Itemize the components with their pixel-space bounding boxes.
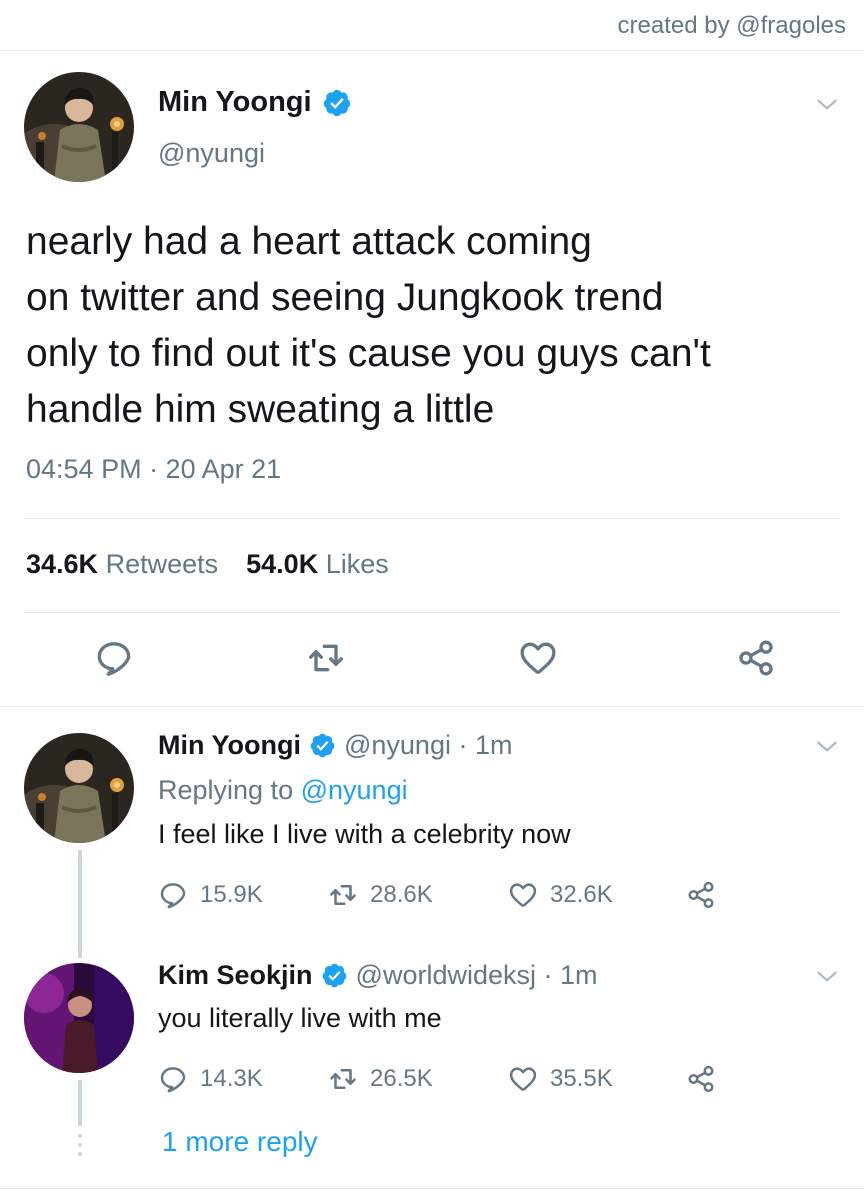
replying-to: Replying to @nyungi bbox=[158, 775, 408, 806]
likes-label: Likes bbox=[325, 549, 389, 579]
like-icon bbox=[508, 880, 538, 910]
reply-text: I feel like I live with a celebrity now bbox=[158, 819, 571, 849]
thread-dot bbox=[78, 1152, 82, 1156]
tweet-stats: 34.6K Retweets 54.0K Likes bbox=[26, 549, 417, 580]
replying-label: Replying to bbox=[158, 775, 294, 805]
share-icon bbox=[686, 880, 716, 910]
chevron-down-icon[interactable] bbox=[814, 964, 840, 990]
like-action[interactable]: 32.6K bbox=[508, 880, 686, 910]
reply-author-name[interactable]: Kim Seokjin bbox=[158, 960, 313, 991]
tweet-text-line: on twitter and seeing Jungkook trend bbox=[26, 276, 664, 319]
tweet-text-line: nearly had a heart attack coming bbox=[26, 220, 592, 263]
reply-icon bbox=[158, 1064, 188, 1094]
divider bbox=[24, 518, 840, 519]
retweet-icon bbox=[328, 880, 358, 910]
share-action[interactable] bbox=[686, 1064, 728, 1094]
retweet-count: 26.5K bbox=[370, 1065, 433, 1092]
tweet-timestamp[interactable]: 04:54 PM · 20 Apr 21 bbox=[26, 454, 281, 485]
reply-header: Min Yoongi @nyungi · 1m bbox=[158, 730, 512, 761]
thread-dot bbox=[78, 1134, 82, 1138]
divider bbox=[0, 706, 864, 707]
like-action[interactable]: 35.5K bbox=[508, 1064, 686, 1094]
thread-line bbox=[78, 850, 82, 958]
like-icon[interactable] bbox=[518, 638, 558, 678]
thread-dot bbox=[78, 1143, 82, 1147]
divider bbox=[0, 50, 864, 51]
reply-icon[interactable] bbox=[94, 638, 134, 678]
share-icon[interactable] bbox=[736, 638, 776, 678]
retweet-icon[interactable] bbox=[306, 638, 346, 678]
replying-mention[interactable]: @nyungi bbox=[301, 775, 408, 805]
author-name[interactable]: Min Yoongi bbox=[158, 86, 312, 119]
likes-stat[interactable]: 54.0K Likes bbox=[246, 549, 389, 580]
avatar[interactable] bbox=[24, 72, 134, 182]
share-action[interactable] bbox=[686, 880, 728, 910]
reply-action[interactable]: 14.3K bbox=[158, 1064, 328, 1094]
tweet-text-line: only to find out it's cause you guys can… bbox=[26, 332, 711, 375]
divider bbox=[0, 1188, 864, 1189]
retweet-icon bbox=[328, 1064, 358, 1094]
reply-actions: 15.9K 28.6K 32.6K bbox=[158, 880, 728, 910]
divider bbox=[24, 612, 840, 613]
author-handle[interactable]: @nyungi bbox=[158, 138, 265, 169]
retweet-action[interactable]: 28.6K bbox=[328, 880, 508, 910]
like-icon bbox=[508, 1064, 538, 1094]
chevron-down-icon[interactable] bbox=[814, 92, 840, 118]
retweets-count: 34.6K bbox=[26, 549, 99, 579]
reply-count: 14.3K bbox=[200, 1065, 263, 1092]
reply-action[interactable]: 15.9K bbox=[158, 880, 328, 910]
avatar[interactable] bbox=[24, 963, 134, 1073]
tweet-text-line: handle him sweating a little bbox=[26, 388, 495, 431]
thread-line bbox=[78, 1080, 82, 1126]
avatar[interactable] bbox=[24, 733, 134, 843]
like-count: 35.5K bbox=[550, 1065, 613, 1092]
reply-meta: @worldwideksj · 1m bbox=[355, 960, 598, 990]
retweets-label: Retweets bbox=[105, 549, 219, 579]
verified-icon bbox=[321, 962, 348, 989]
reply-count: 15.9K bbox=[200, 881, 263, 908]
reply-actions: 14.3K 26.5K 35.5K bbox=[158, 1064, 728, 1094]
like-count: 32.6K bbox=[550, 881, 613, 908]
retweet-count: 28.6K bbox=[370, 881, 433, 908]
reply-author-name[interactable]: Min Yoongi bbox=[158, 730, 301, 761]
reply-header: Kim Seokjin @worldwideksj · 1m bbox=[158, 960, 598, 991]
reply-meta: @nyungi · 1m bbox=[343, 730, 513, 760]
main-author: Min Yoongi bbox=[158, 86, 352, 119]
credit-text: created by @fragoles bbox=[617, 12, 846, 39]
retweets-stat[interactable]: 34.6K Retweets bbox=[26, 549, 218, 580]
likes-count: 54.0K bbox=[246, 549, 319, 579]
share-icon bbox=[686, 1064, 716, 1094]
tweet-text: nearly had a heart attack coming on twit… bbox=[26, 214, 846, 438]
more-replies-link[interactable]: 1 more reply bbox=[162, 1126, 318, 1158]
reply-icon bbox=[158, 880, 188, 910]
retweet-action[interactable]: 26.5K bbox=[328, 1064, 508, 1094]
chevron-down-icon[interactable] bbox=[814, 734, 840, 760]
reply-text: you literally live with me bbox=[158, 1003, 442, 1033]
verified-icon bbox=[309, 732, 336, 759]
verified-icon bbox=[322, 88, 352, 118]
